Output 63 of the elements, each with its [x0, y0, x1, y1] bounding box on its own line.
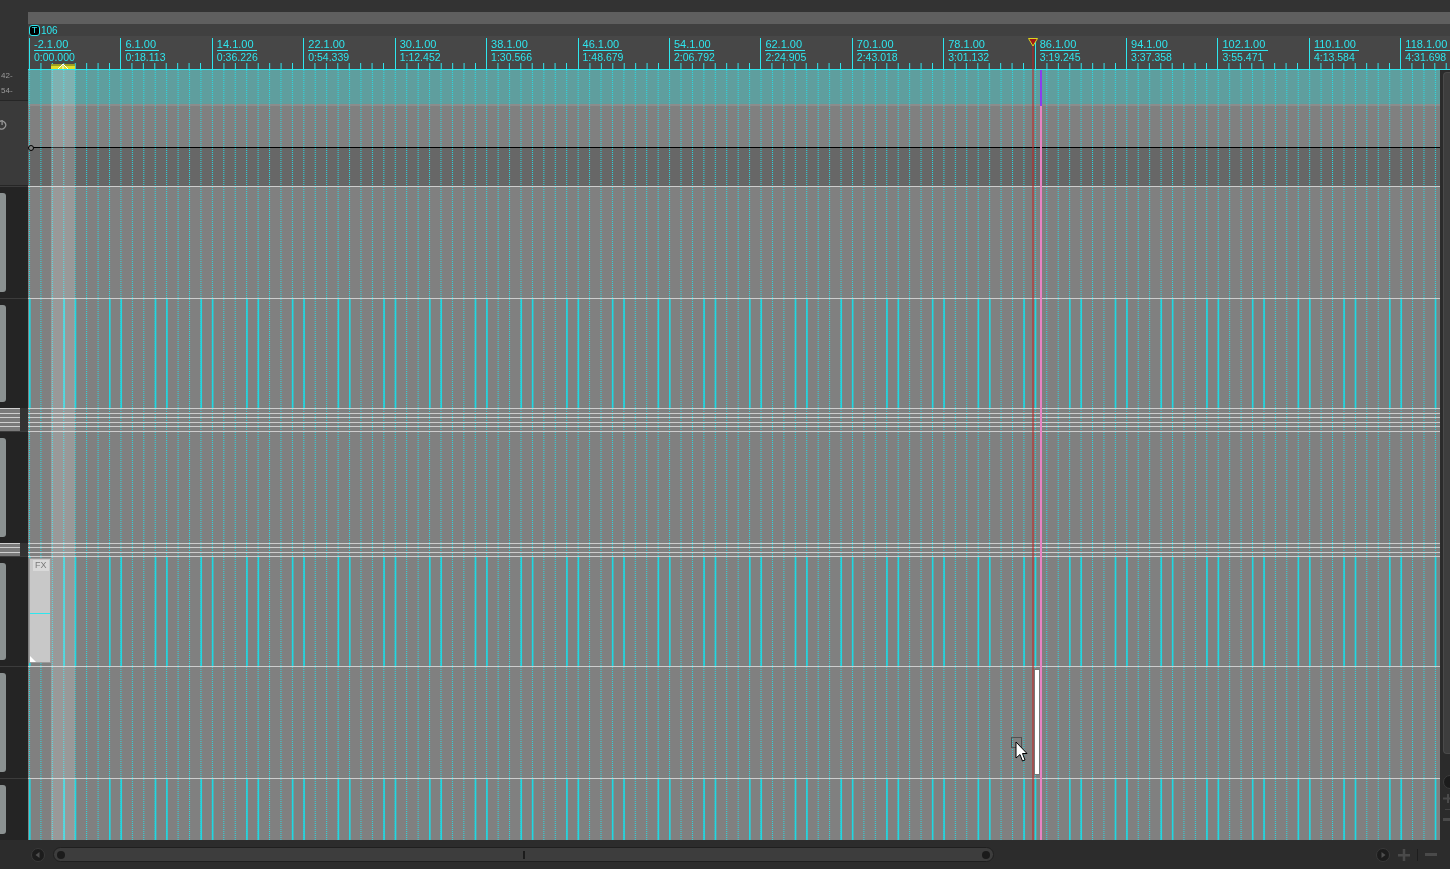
plus-icon[interactable]	[1398, 848, 1410, 861]
grip-dot-icon	[57, 850, 65, 859]
bar-position-label: 38.1.00	[491, 38, 531, 51]
bar-position-label: 6.1.00	[125, 38, 159, 51]
item-fx-button[interactable]: FX	[33, 560, 49, 571]
tempo-value: 106	[41, 24, 58, 36]
bar-position-label: 46.1.00	[582, 38, 623, 51]
track-lane[interactable]: FX	[28, 556, 1440, 666]
scrollbar-thumb[interactable]	[53, 847, 994, 862]
scroll-left-icon[interactable]	[31, 847, 45, 862]
scroll-right-icon[interactable]	[1376, 847, 1390, 862]
track-lane[interactable]	[28, 547, 1440, 552]
bar-position-label: 14.1.00	[216, 38, 257, 51]
media-item[interactable]: FX	[29, 558, 51, 663]
timeline-ruler[interactable]	[28, 36, 1450, 70]
time-position-label: 2:24.905	[765, 51, 807, 63]
fade-handle-icon[interactable]	[30, 656, 36, 662]
track-lane[interactable]	[28, 417, 1440, 422]
meter-scale-label: 42-	[1, 71, 13, 80]
time-position-label: 2:43.018	[856, 51, 898, 63]
bar-position-label: 118.1.00	[1405, 38, 1450, 51]
bar-position-label: 94.1.00	[1131, 38, 1171, 51]
time-position-label: 3:01.132	[948, 51, 990, 63]
time-position-label: 0:18.113	[125, 51, 166, 63]
time-position-label: 4:31.698	[1405, 51, 1447, 63]
vertical-scrollbar-thumb[interactable]	[1443, 72, 1450, 754]
bar-position-label: 86.1.00	[1039, 38, 1080, 51]
loop-marker[interactable]	[51, 64, 75, 69]
grip-line-icon	[522, 850, 525, 859]
time-position-label: 0:36.226	[216, 51, 258, 63]
bar-position-label: 22.1.00	[308, 38, 348, 51]
time-position-label: 1:30.566	[491, 51, 532, 63]
bar-position-label: 62.1.00	[765, 38, 806, 51]
edit-cursor[interactable]	[1028, 38, 1038, 840]
time-position-label: 0:00.000	[34, 51, 75, 63]
bar-position-label: 78.1.00	[948, 38, 988, 51]
time-position-label: 3:55.471	[1222, 51, 1264, 63]
track-lane[interactable]	[28, 70, 1440, 186]
bar-position-label: 30.1.00	[399, 38, 440, 51]
bar-position-label: 70.1.00	[856, 38, 897, 51]
tempo-lane[interactable]: T 106	[28, 24, 1450, 36]
media-item[interactable]	[1034, 669, 1040, 775]
time-position-label: 3:19.245	[1039, 51, 1081, 63]
bar-position-label: -2.1.00	[34, 38, 72, 51]
meter-scale-label: 54-	[1, 86, 13, 95]
power-icon[interactable]	[0, 119, 7, 130]
time-position-label: 0:54.339	[308, 51, 350, 63]
time-position-label: 2:06.792	[673, 51, 715, 63]
plus-icon[interactable]	[1443, 794, 1450, 803]
time-position-label: 1:48.679	[582, 51, 624, 63]
track-lane[interactable]	[28, 408, 1440, 413]
track-panel-strip	[0, 785, 6, 834]
marker-lane[interactable]	[28, 12, 1450, 24]
grip-dot-icon	[982, 850, 990, 859]
tempo-marker[interactable]: T	[29, 24, 40, 36]
mouse-pointer-icon	[1011, 737, 1028, 765]
bar-position-label: 54.1.00	[673, 38, 714, 51]
track-lane[interactable]	[28, 426, 1440, 431]
bar-position-label: 110.1.00	[1313, 38, 1359, 51]
bar-position-label: 102.1.00	[1222, 38, 1269, 51]
time-position-label: 4:13.584	[1313, 51, 1355, 63]
time-position-label: 3:37.358	[1131, 51, 1172, 63]
time-position-label: 1:12.452	[399, 51, 441, 63]
